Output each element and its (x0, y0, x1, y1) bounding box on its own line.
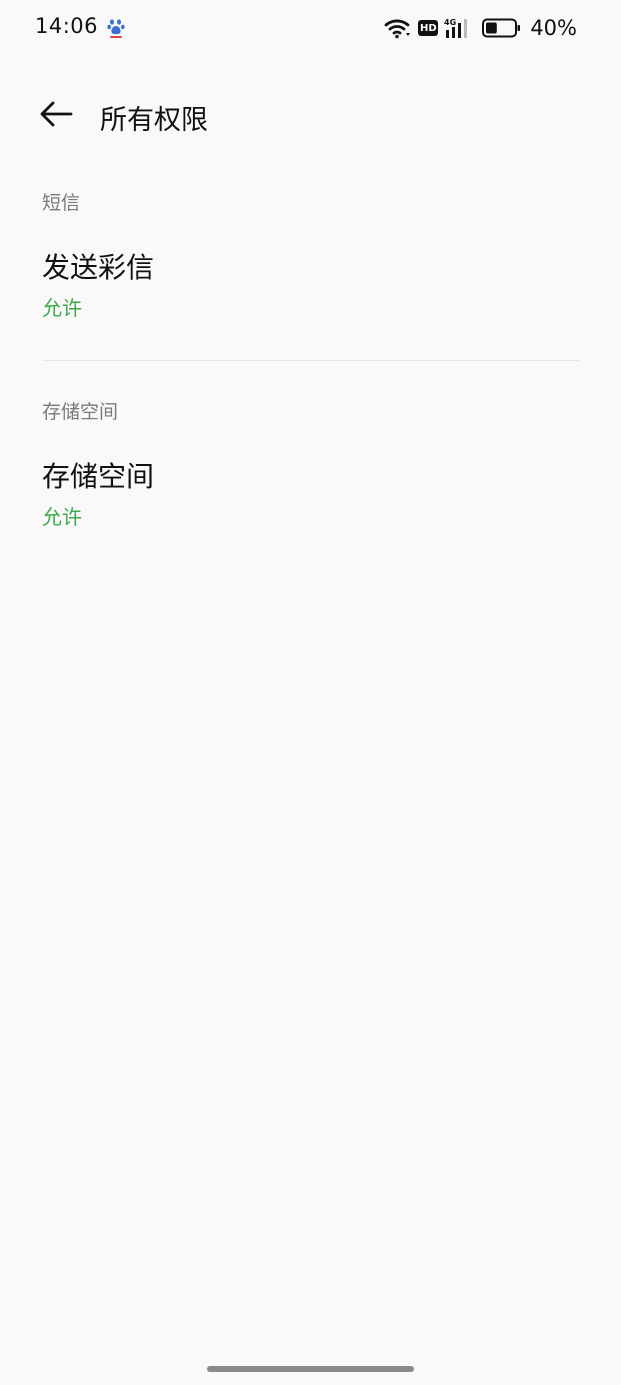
status-time: 14:06 (35, 14, 99, 38)
permission-status: 允许 (42, 296, 82, 320)
battery-percent: 40% (530, 16, 577, 40)
permission-title: 存储空间 (42, 460, 155, 493)
home-indicator[interactable] (207, 1366, 414, 1372)
wifi-icon (384, 17, 412, 39)
section-divider (42, 360, 580, 361)
permission-status: 允许 (42, 505, 82, 529)
status-bar: 14:06 HD 4G 40% (0, 0, 621, 56)
page-title: 所有权限 (100, 105, 208, 136)
cellular-signal-icon: 4G (444, 17, 472, 39)
back-arrow-icon (39, 101, 73, 131)
svg-text:4G: 4G (444, 18, 456, 27)
battery-icon (482, 18, 522, 38)
permission-title: 发送彩信 (42, 251, 155, 284)
permission-item-send-mms[interactable]: 发送彩信 允许 (0, 246, 621, 346)
baidu-paw-icon (107, 17, 125, 39)
hd-badge: HD (418, 20, 439, 36)
permission-item-storage[interactable]: 存储空间 允许 (0, 455, 621, 555)
app-header: 所有权限 (0, 88, 621, 144)
status-icons: HD 4G 40% (384, 14, 577, 42)
back-button[interactable] (36, 100, 76, 132)
section-header-storage: 存储空间 (42, 401, 119, 423)
section-header-sms: 短信 (42, 192, 81, 214)
